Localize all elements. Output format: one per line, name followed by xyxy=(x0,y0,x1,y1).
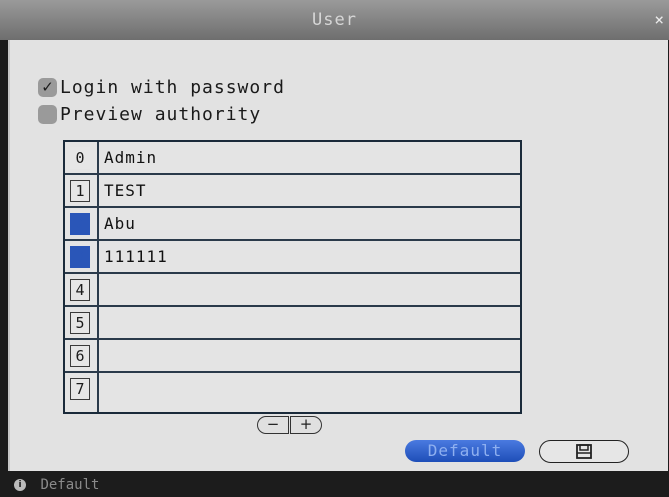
user-row[interactable]: 2 Abu xyxy=(65,208,520,241)
user-panel: ✓ Login with password Preview authority … xyxy=(8,40,668,471)
user-name: Abu xyxy=(104,214,136,233)
checkbox-login-with-password[interactable]: ✓ xyxy=(38,77,57,97)
status-bar: i Default xyxy=(0,473,669,497)
user-row[interactable]: 7 xyxy=(65,373,520,404)
close-icon[interactable]: × xyxy=(654,0,665,40)
preview-authority-option[interactable]: Preview authority xyxy=(38,103,261,125)
user-index: 4 xyxy=(70,278,90,301)
user-name: TEST xyxy=(104,181,147,200)
user-index: 3 xyxy=(70,245,90,268)
user-index: 1 xyxy=(70,179,90,202)
user-row[interactable]: 5 xyxy=(65,307,520,340)
window-title: User xyxy=(312,10,357,30)
user-row[interactable]: 0 Admin xyxy=(65,142,520,175)
user-index: 6 xyxy=(70,344,90,367)
login-with-password-label: Login with password xyxy=(60,76,285,98)
checkbox-preview-authority[interactable] xyxy=(38,104,57,124)
status-text: Default xyxy=(40,477,100,493)
floppy-disk-icon xyxy=(576,444,592,459)
user-index: 0 xyxy=(70,146,90,169)
user-name: 111111 xyxy=(104,247,168,266)
add-user-button[interactable]: + xyxy=(290,416,322,434)
save-button[interactable] xyxy=(539,440,629,463)
login-with-password-option[interactable]: ✓ Login with password xyxy=(38,76,285,98)
user-row[interactable]: 1 TEST xyxy=(65,175,520,208)
user-list: 0 Admin 1 TEST 2 Abu 3 111111 4 5 6 7 xyxy=(63,140,522,414)
user-index: 7 xyxy=(70,377,90,400)
preview-authority-label: Preview authority xyxy=(60,103,262,125)
info-icon: i xyxy=(14,479,26,491)
user-index: 2 xyxy=(70,212,90,235)
user-name: Admin xyxy=(104,148,158,167)
window-title-bar: User × xyxy=(0,0,669,40)
user-row[interactable]: 6 xyxy=(65,340,520,373)
user-row[interactable]: 4 xyxy=(65,274,520,307)
user-index: 5 xyxy=(70,311,90,334)
default-button[interactable]: Default xyxy=(405,440,525,462)
remove-user-button[interactable]: − xyxy=(257,416,289,434)
user-row[interactable]: 3 111111 xyxy=(65,241,520,274)
